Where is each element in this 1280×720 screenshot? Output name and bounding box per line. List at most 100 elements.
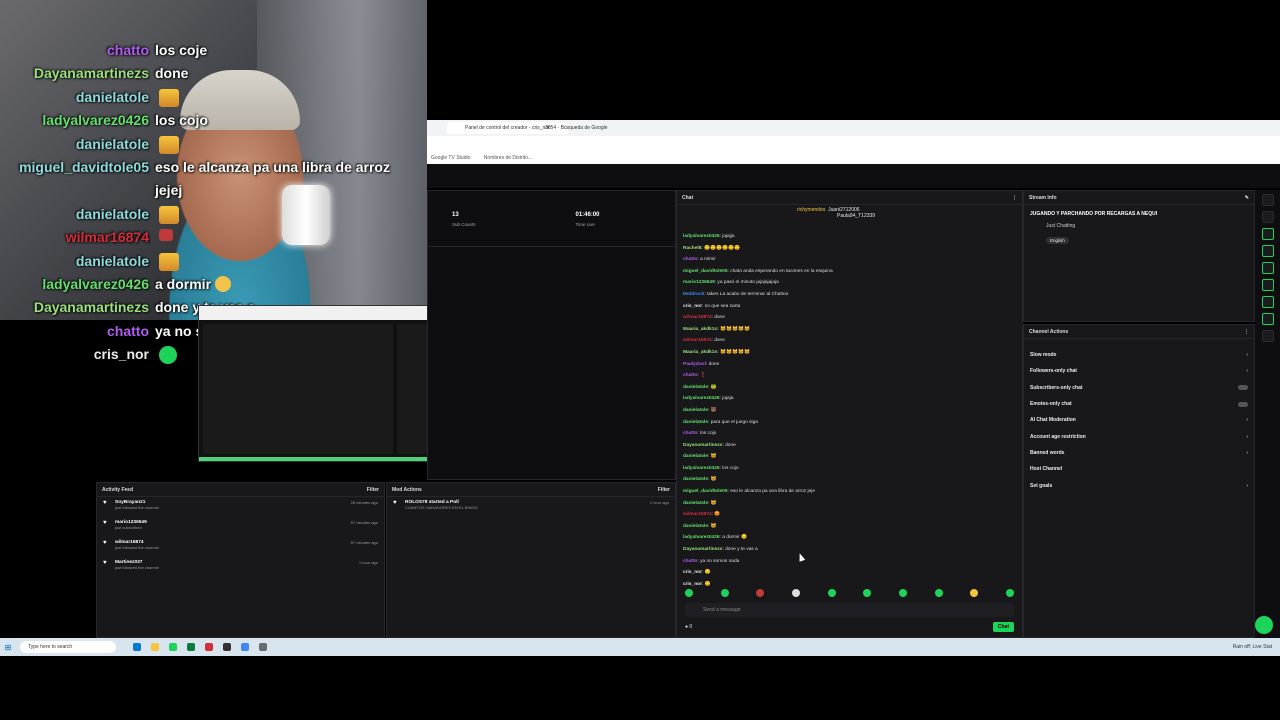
chat-input[interactable]: Send a message xyxy=(685,603,1014,617)
chat-username[interactable]: wilmar16874 xyxy=(683,512,712,517)
chat-username[interactable]: ladyalvarez0426 xyxy=(683,396,720,401)
filter-button[interactable]: Filter xyxy=(658,487,670,493)
chat-username[interactable]: danielatole xyxy=(683,385,708,390)
chat-leaders: richymendes Juani2712006 Paula94_T12339 xyxy=(797,207,875,219)
chevron-right-icon[interactable]: › xyxy=(1246,352,1248,358)
chat-username[interactable]: danielatole xyxy=(683,408,708,413)
chat-username[interactable]: danielatole xyxy=(683,477,708,482)
help-button[interactable] xyxy=(1255,616,1273,634)
chat-username[interactable]: cris_nor xyxy=(683,582,702,587)
chat-username[interactable]: danielatole xyxy=(683,454,708,459)
chat-text: a mimir xyxy=(700,257,716,263)
app-icon[interactable] xyxy=(169,643,177,651)
edit-icon[interactable]: ✎ xyxy=(1245,195,1249,201)
more-icon[interactable]: ⋮ xyxy=(1012,195,1017,201)
chat-username[interactable]: ladyalvarez0426 xyxy=(683,234,720,239)
chevron-right-icon[interactable]: › xyxy=(1246,450,1248,456)
taskbar-search[interactable]: Type here to search xyxy=(20,641,116,653)
chat-username[interactable]: cris_nor xyxy=(683,570,702,575)
channel-action-row[interactable]: Followers-only chat › xyxy=(1024,363,1254,379)
channel-action-row[interactable]: Host Channel xyxy=(1024,461,1254,477)
quick-action-icon[interactable] xyxy=(1261,228,1274,240)
chat-username[interactable]: Rachel8 xyxy=(683,246,701,251)
chat-username[interactable]: chatto xyxy=(683,373,697,378)
chat-username[interactable]: Dayanamartinezs xyxy=(683,547,722,552)
chat-text: los cojo xyxy=(700,431,717,437)
overlay-chat-row: miguel_davidtole05 eso le alcanza pa una … xyxy=(0,159,430,182)
chat-username[interactable]: Maaria_akdk1n xyxy=(683,327,717,332)
chat-username[interactable]: danielatole xyxy=(683,420,708,425)
quick-action-icon[interactable] xyxy=(1261,313,1274,325)
chevron-right-icon[interactable]: › xyxy=(1246,417,1248,423)
chat-username[interactable]: Maaria_akdk1n xyxy=(683,350,717,355)
app-icon[interactable] xyxy=(223,643,231,651)
chat-username[interactable]: danielatole xyxy=(683,501,708,506)
bookmark[interactable]: Google TV Studio xyxy=(431,155,470,161)
stream-tag[interactable]: English xyxy=(1046,237,1069,244)
address-bar[interactable] xyxy=(427,136,1280,152)
chat-send-button[interactable]: Chat xyxy=(992,622,1014,632)
more-icon[interactable]: ⋮ xyxy=(1244,329,1249,335)
chevron-right-icon[interactable]: › xyxy=(1246,368,1248,374)
chat-username[interactable]: miguel_davidtole05 xyxy=(683,489,728,494)
chevron-right-icon[interactable]: › xyxy=(1246,434,1248,440)
app-icon[interactable] xyxy=(241,643,249,651)
app-icon[interactable] xyxy=(259,643,267,651)
app-icon[interactable] xyxy=(151,643,159,651)
chat-username[interactable]: Moldrock xyxy=(683,292,704,297)
settings-icon[interactable] xyxy=(1261,194,1274,206)
chat-username[interactable]: chatto xyxy=(683,559,697,564)
chat-username[interactable]: danielatole xyxy=(683,524,708,529)
app-icon[interactable] xyxy=(205,643,213,651)
chat-username[interactable]: wilmar16874 xyxy=(683,338,712,343)
app-icon[interactable] xyxy=(187,643,195,651)
emote-bar[interactable] xyxy=(685,589,1014,601)
chat-text: 🐱 xyxy=(710,477,717,483)
browser-tab[interactable]: 3054 - Búsqueda de Google xyxy=(527,122,626,134)
chat-message: wilmar16874: done xyxy=(683,338,725,344)
chat-username[interactable]: chatto xyxy=(683,431,697,436)
chat-username[interactable]: wilmar16874 xyxy=(683,315,712,320)
emote-icon xyxy=(159,252,179,271)
channel-action-row[interactable]: Set goals › xyxy=(1024,477,1254,493)
chat-message: chatto: a mimir xyxy=(683,257,716,263)
chat-message: danielatole: 🐱 xyxy=(683,500,717,506)
chat-text: jajajja xyxy=(722,234,735,239)
chat-username[interactable]: ladyalvarez0426 xyxy=(683,535,720,540)
add-icon[interactable] xyxy=(1261,330,1274,342)
windows-start-icon[interactable]: ⊞ xyxy=(0,643,16,652)
chat-username[interactable]: cris_nor xyxy=(683,304,702,309)
quick-action-icon[interactable] xyxy=(1261,245,1274,257)
chat-username[interactable]: Dayanamartinezs xyxy=(683,443,722,448)
channel-action-row[interactable]: Banned words › xyxy=(1024,445,1254,461)
chevron-right-icon[interactable]: › xyxy=(1246,483,1248,489)
channel-action-row[interactable]: Emotes-only chat xyxy=(1024,396,1254,412)
channel-action-row[interactable]: Account age restriction › xyxy=(1024,428,1254,444)
bookmark[interactable]: Nombres de Distrito... xyxy=(484,155,532,161)
chat-username[interactable]: chatto xyxy=(683,257,697,262)
chat-username[interactable]: mario1236549 xyxy=(683,280,715,285)
chat-text: done xyxy=(714,315,725,321)
channel-action-row[interactable]: AI Chat Moderation › xyxy=(1024,412,1254,428)
quick-action-icon[interactable] xyxy=(1261,262,1274,274)
filter-button[interactable]: Filter xyxy=(367,487,379,493)
channel-action-label: Banned words xyxy=(1030,449,1065,456)
chat-username[interactable]: ladyalvarez0426 xyxy=(683,466,720,471)
emote-icon xyxy=(159,88,179,107)
quick-action-icon[interactable] xyxy=(1261,296,1274,308)
edit-icon[interactable] xyxy=(1261,211,1274,223)
chat-username[interactable]: miguel_davidtole05 xyxy=(683,269,728,274)
toggle-switch[interactable] xyxy=(1238,385,1248,391)
chat-message: Dayanamartinezs: done y te vas a xyxy=(683,547,758,553)
toggle-switch[interactable] xyxy=(1238,401,1248,407)
overlay-chat-username: danielatole xyxy=(75,205,149,222)
app-icon[interactable] xyxy=(133,643,141,651)
overlay-chat-username: chatto xyxy=(107,42,149,58)
chat-messages: ladyalvarez0426: jajajja Rachel8: 🙂🙂🙂🙂🙂🙂 c… xyxy=(683,231,1016,590)
chat-text: 🐻 xyxy=(710,407,717,413)
chat-message: danielatole: 🐱 xyxy=(683,477,717,483)
channel-action-row[interactable]: Subscribers-only chat xyxy=(1024,380,1254,396)
chat-username[interactable]: Paulyduol xyxy=(683,362,706,367)
channel-action-row[interactable]: Slow mode › xyxy=(1024,347,1254,363)
quick-action-icon[interactable] xyxy=(1261,279,1274,291)
